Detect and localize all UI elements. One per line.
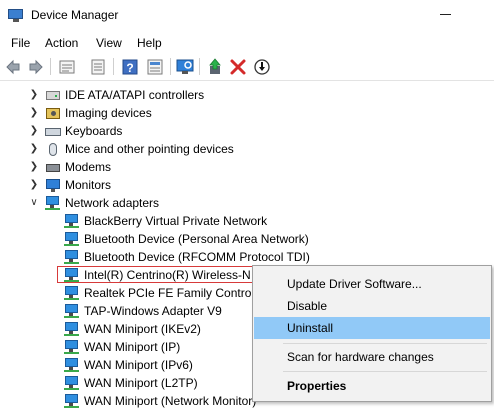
menu-item-label: Disable [287,299,328,313]
storage-controller-icon [45,87,61,103]
menu-item-update-driver[interactable]: Update Driver Software... [254,273,490,295]
network-adapter-icon [64,375,80,391]
tree-item-label: Keyboards [65,124,123,138]
tree-item-label: Monitors [65,178,112,192]
tree-item-blackberry-vpn[interactable]: BlackBerry Virtual Private Network [0,212,494,230]
keyboard-icon [45,123,61,139]
menu-item-properties[interactable]: Properties [254,375,490,397]
monitor-icon [45,177,61,193]
menu-view[interactable]: View [96,36,122,50]
tree-item-label: TAP-Windows Adapter V9 [84,304,222,318]
tree-item-label: WAN Miniport (IP) [84,340,181,354]
tree-item-label: IDE ATA/ATAPI controllers [65,88,205,102]
tree-item-label: WAN Miniport (IKEv2) [84,322,201,336]
menu-file[interactable]: File [11,36,30,50]
toolbar-separator [113,58,114,75]
network-adapter-icon [45,195,61,211]
scan-hardware-icon[interactable] [175,57,195,77]
modem-icon [45,159,61,175]
expand-chevron-icon[interactable]: ❯ [29,88,39,102]
expand-chevron-icon[interactable]: ❯ [29,106,39,120]
menu-bar: File Action View Help [0,31,494,53]
tree-item-ide-ata-atapi-controllers[interactable]: ❯ IDE ATA/ATAPI controllers [0,86,494,104]
update-driver-icon[interactable] [206,57,226,77]
tree-item-imaging-devices[interactable]: ❯ Imaging devices [0,104,494,122]
uninstall-icon[interactable] [228,57,248,77]
network-adapter-icon [64,213,80,229]
disable-icon[interactable] [252,57,272,77]
network-adapter-icon [64,267,80,283]
mouse-icon [45,141,61,157]
menu-action[interactable]: Action [45,36,78,50]
network-adapter-icon [64,249,80,265]
toolbar-separator [199,58,200,75]
tree-item-label: Mice and other pointing devices [65,142,234,156]
toolbar: ? [0,53,494,81]
tree-item-network-adapters[interactable]: ∨ Network adapters [0,194,494,212]
tree-item-label: WAN Miniport (IPv6) [84,358,193,372]
tree-item-label: Imaging devices [65,106,152,120]
menu-item-label: Uninstall [287,321,334,335]
network-adapter-icon [64,231,80,247]
menu-item-scan-hardware[interactable]: Scan for hardware changes [254,346,490,368]
menu-item-uninstall[interactable]: Uninstall [254,317,490,339]
svg-text:?: ? [126,61,133,75]
forward-arrow-icon[interactable] [26,57,46,77]
tree-item-label: BlackBerry Virtual Private Network [84,214,268,228]
list-view-icon[interactable] [88,57,108,77]
tree-item-bluetooth-rfcomm[interactable]: Bluetooth Device (RFCOMM Protocol TDI) [0,248,494,266]
title-bar: Device Manager [0,0,494,31]
tree-item-label: Bluetooth Device (RFCOMM Protocol TDI) [84,250,310,264]
expand-chevron-icon[interactable]: ❯ [29,178,39,192]
tree-item-label: Bluetooth Device (Personal Area Network) [84,232,309,246]
menu-item-label: Update Driver Software... [287,277,422,291]
tree-item-label: Realtek PCIe FE Family Controller [84,286,268,300]
network-adapter-icon [64,321,80,337]
properties-icon[interactable] [57,57,77,77]
menu-separator [283,371,487,372]
window-title: Device Manager [31,8,119,22]
tree-item-bluetooth-pan[interactable]: Bluetooth Device (Personal Area Network) [0,230,494,248]
minimize-button[interactable] [440,14,451,15]
menu-item-label: Scan for hardware changes [287,350,434,364]
context-menu: Update Driver Software... Disable Uninst… [252,265,492,402]
expand-chevron-icon[interactable]: ❯ [29,124,39,138]
expand-chevron-icon[interactable]: ❯ [29,142,39,156]
tree-item-label: WAN Miniport (L2TP) [84,376,198,390]
menu-item-label: Properties [287,379,347,393]
camera-icon [45,105,61,121]
tree-item-label: WAN Miniport (Network Monitor) [84,394,257,408]
network-adapter-icon [64,285,80,301]
collapse-chevron-icon[interactable]: ∨ [29,196,39,210]
tree-item-monitors[interactable]: ❯ Monitors [0,176,494,194]
menu-item-disable[interactable]: Disable [254,295,490,317]
device-manager-icon [8,9,24,22]
tree-item-label: Modems [65,160,112,174]
network-adapter-icon [64,339,80,355]
tree-item-mice[interactable]: ❯ Mice and other pointing devices [0,140,494,158]
tree-item-keyboards[interactable]: ❯ Keyboards [0,122,494,140]
network-adapter-icon [64,393,80,408]
toolbar-separator [50,58,51,75]
resource-view-icon[interactable] [145,57,165,77]
help-icon[interactable]: ? [120,57,140,77]
menu-separator [283,343,487,344]
toolbar-separator [170,58,171,75]
back-arrow-icon[interactable] [4,57,24,77]
expand-chevron-icon[interactable]: ❯ [29,160,39,174]
tree-item-modems[interactable]: ❯ Modems [0,158,494,176]
network-adapter-icon [64,303,80,319]
tree-item-label: Network adapters [65,196,160,210]
menu-help[interactable]: Help [137,36,162,50]
network-adapter-icon [64,357,80,373]
